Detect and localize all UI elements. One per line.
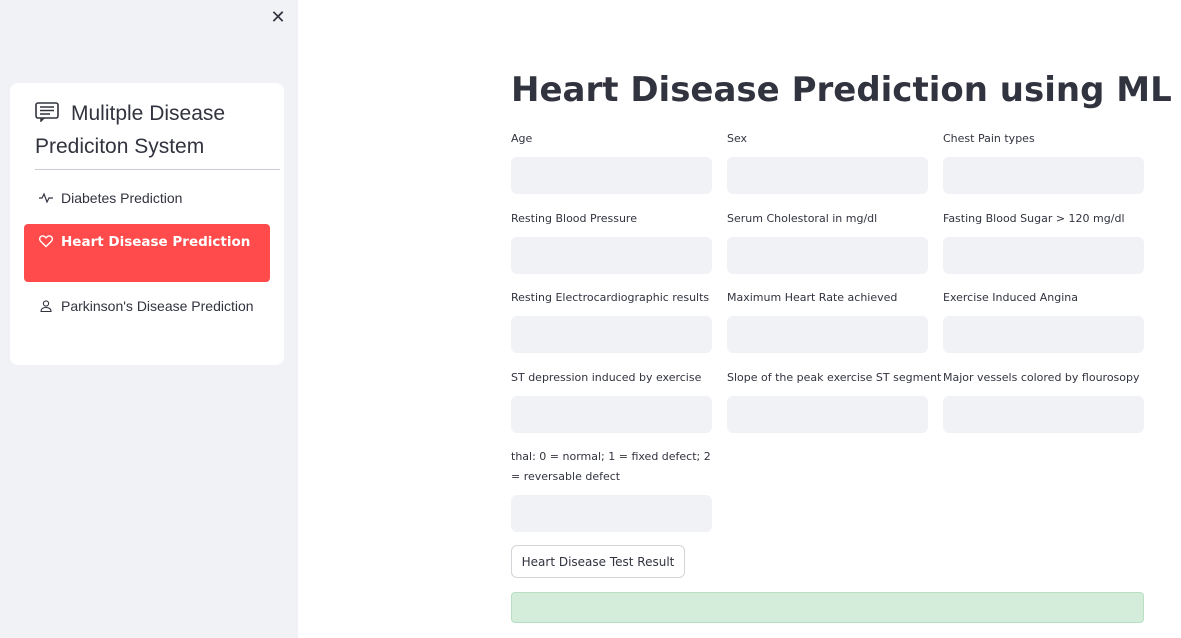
result-success-alert — [511, 592, 1144, 623]
major-vessels-input[interactable] — [943, 396, 1144, 433]
st-slope-label: Slope of the peak exercise ST segment — [727, 371, 942, 384]
page-title: Heart Disease Prediction using ML — [511, 70, 1172, 110]
exercise-angina-label: Exercise Induced Angina — [943, 291, 1078, 304]
sex-label: Sex — [727, 132, 748, 145]
sidebar-item-label: Parkinson's Disease Prediction — [61, 298, 254, 314]
menu-title: Mulitple Disease Prediciton System — [35, 97, 275, 163]
sex-input[interactable] — [727, 157, 928, 194]
resting-bp-label: Resting Blood Pressure — [511, 212, 637, 225]
sidebar-item-diabetes[interactable]: Diabetes Prediction — [24, 187, 270, 209]
st-depression-input[interactable] — [511, 396, 712, 433]
st-slope-input[interactable] — [727, 396, 928, 433]
fasting-blood-sugar-label: Fasting Blood Sugar > 120 mg/dl — [943, 212, 1125, 225]
heart-icon — [39, 235, 53, 248]
age-label: Age — [511, 132, 533, 145]
sidebar-item-label: Heart Disease Prediction — [61, 234, 251, 250]
thal-label: thal: 0 = normal; 1 = fixed defect; 2 = … — [511, 450, 711, 483]
app: ✕ Mulitple Disease Prediciton System Dia… — [0, 0, 1181, 638]
cholesterol-input[interactable] — [727, 237, 928, 274]
exercise-angina-input[interactable] — [943, 316, 1144, 353]
sidebar: ✕ Mulitple Disease Prediciton System Dia… — [0, 0, 298, 638]
close-icon: ✕ — [270, 7, 286, 28]
list-icon — [35, 102, 59, 122]
sidebar-item-heart-disease[interactable]: Heart Disease Prediction — [24, 224, 270, 282]
menu-divider — [35, 169, 280, 170]
resting-ecg-label: Resting Electrocardiographic results — [511, 291, 710, 304]
max-heart-rate-label: Maximum Heart Rate achieved — [727, 291, 898, 304]
sidebar-item-parkinsons[interactable]: Parkinson's Disease Prediction — [24, 295, 270, 317]
activity-icon — [39, 192, 53, 204]
max-heart-rate-input[interactable] — [727, 316, 928, 353]
chest-pain-label: Chest Pain types — [943, 132, 1035, 145]
chest-pain-input[interactable] — [943, 157, 1144, 194]
fasting-blood-sugar-input[interactable] — [943, 237, 1144, 274]
sidebar-item-label: Diabetes Prediction — [61, 190, 183, 206]
major-vessels-label: Major vessels colored by flourosopy — [943, 371, 1140, 384]
resting-ecg-input[interactable] — [511, 316, 712, 353]
heart-disease-test-result-button[interactable]: Heart Disease Test Result — [511, 545, 685, 578]
st-depression-label: ST depression induced by exercise — [511, 371, 702, 384]
menu-title-text: Mulitple Disease Prediciton System — [35, 102, 226, 158]
thal-input[interactable] — [511, 495, 712, 532]
resting-bp-input[interactable] — [511, 237, 712, 274]
close-sidebar-button[interactable]: ✕ — [268, 8, 288, 28]
cholesterol-label: Serum Cholestoral in mg/dl — [727, 212, 878, 225]
person-icon — [40, 300, 52, 313]
age-input[interactable] — [511, 157, 712, 194]
option-menu: Mulitple Disease Prediciton System Diabe… — [10, 83, 284, 365]
